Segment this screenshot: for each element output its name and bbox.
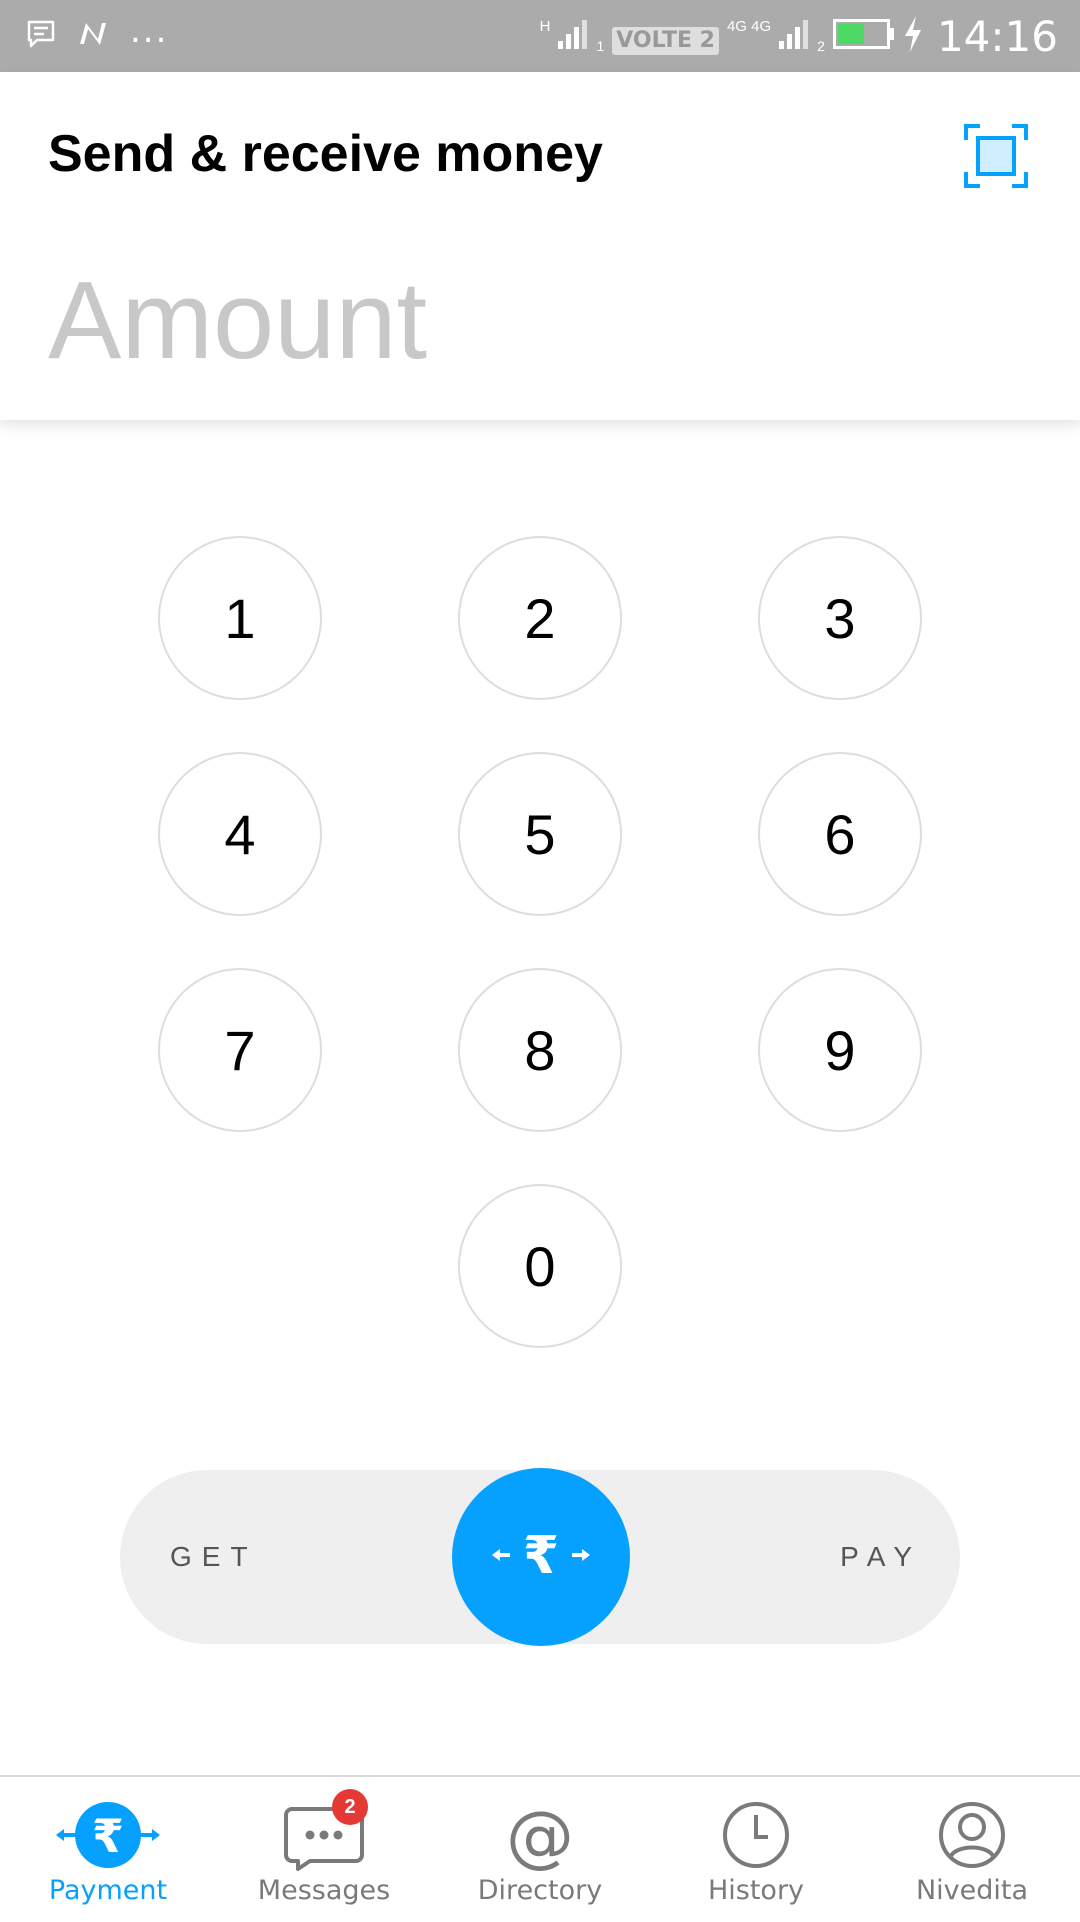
status-bar: ... H 1 VOLTE 2 4G 4G 2 14:16 [0, 0, 1080, 72]
nav-label: Nivedita [915, 1875, 1029, 1906]
keypad-key-4[interactable]: 4 [158, 752, 322, 916]
get-pay-toggle[interactable]: GET ₹ PAY [120, 1468, 960, 1646]
status-right: H 1 VOLTE 2 4G 4G 2 14:16 [540, 10, 1058, 62]
nav-profile[interactable]: Nivedita [864, 1777, 1080, 1922]
nav-payment[interactable]: ₹ Payment [0, 1777, 216, 1922]
nav-label: History [707, 1875, 805, 1906]
at-sign-icon: @ [480, 1797, 600, 1873]
rupee-arrows-icon: ₹ [486, 1525, 596, 1590]
nav-history[interactable]: History [648, 1777, 864, 1922]
keypad-key-3[interactable]: 3 [758, 536, 922, 700]
page-title: Send & receive money [48, 125, 603, 183]
signal-icon [558, 17, 588, 56]
network-type-1: H [539, 17, 551, 35]
n-app-icon [78, 19, 108, 54]
clock-icon [696, 1797, 816, 1873]
messages-badge: 2 [332, 1789, 368, 1825]
rupee-payment-icon: ₹ [48, 1797, 168, 1873]
svg-text:₹: ₹ [92, 1809, 124, 1863]
amount-input[interactable] [48, 260, 1028, 380]
keypad-key-0[interactable]: 0 [458, 1184, 622, 1348]
sim-2-label: 2 [817, 38, 825, 54]
header: Send & receive money [0, 72, 1080, 420]
nav-label: Directory [477, 1875, 603, 1906]
nav-directory[interactable]: @ Directory [432, 1777, 648, 1922]
signal-icon [779, 17, 809, 56]
profile-icon [912, 1797, 1032, 1873]
get-option[interactable]: GET [170, 1470, 258, 1644]
more-notifications: ... [130, 11, 169, 51]
keypad-key-6[interactable]: 6 [758, 752, 922, 916]
bottom-nav: ₹ Payment 2 Messages @ Directory History… [0, 1775, 1080, 1922]
volte-badge: VOLTE 2 [612, 27, 719, 55]
message-notification-icon [26, 19, 56, 54]
svg-text:₹: ₹ [523, 1526, 559, 1585]
pay-option[interactable]: PAY [840, 1470, 922, 1644]
keypad-key-1[interactable]: 1 [158, 536, 322, 700]
chat-bubble-icon: 2 [264, 1789, 384, 1873]
nav-messages[interactable]: 2 Messages [216, 1777, 432, 1922]
keypad-key-5[interactable]: 5 [458, 752, 622, 916]
qr-scan-icon [964, 124, 1028, 192]
nav-label: Payment [48, 1875, 168, 1906]
battery-icon [832, 18, 895, 54]
qr-scan-button[interactable] [964, 124, 1028, 188]
status-time: 14:16 [936, 11, 1058, 61]
keypad-key-2[interactable]: 2 [458, 536, 622, 700]
keypad-key-8[interactable]: 8 [458, 968, 622, 1132]
status-left: ... [26, 14, 168, 54]
keypad-key-9[interactable]: 9 [758, 968, 922, 1132]
toggle-knob[interactable]: ₹ [452, 1468, 630, 1646]
charging-icon [903, 15, 923, 57]
sim-1-label: 1 [596, 38, 605, 54]
network-type-2: 4G 4G [726, 17, 772, 35]
keypad-key-7[interactable]: 7 [158, 968, 322, 1132]
nav-label: Messages [257, 1875, 391, 1906]
svg-text:@: @ [506, 1797, 574, 1873]
